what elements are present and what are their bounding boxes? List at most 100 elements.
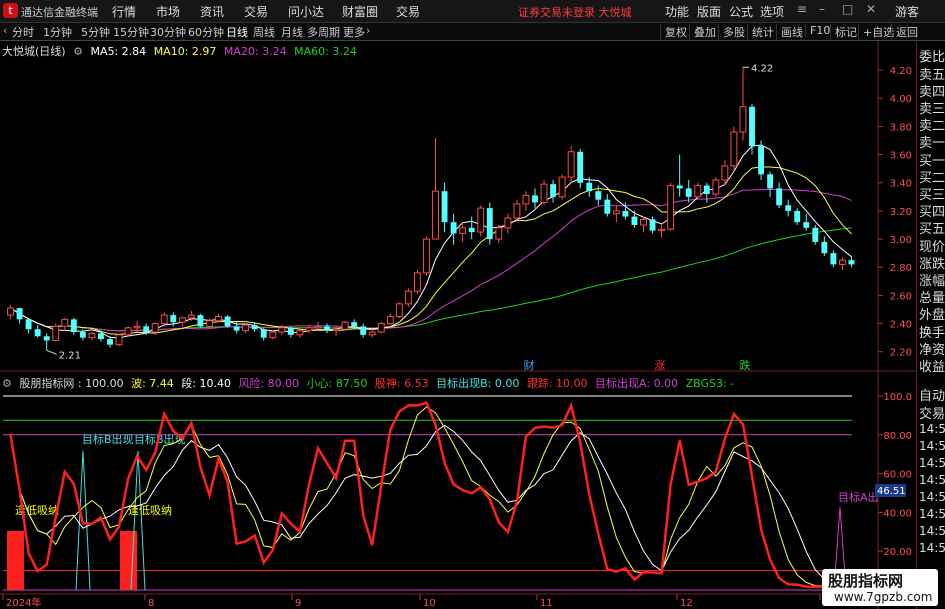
candle-body bbox=[739, 106, 747, 133]
candle-body bbox=[767, 174, 774, 189]
price-tick-label: 2.40 bbox=[890, 320, 912, 331]
candle-body bbox=[477, 207, 485, 233]
candle-body bbox=[206, 320, 213, 327]
stock-title[interactable]: 大悦城(日线) bbox=[2, 45, 66, 58]
candle-body bbox=[776, 188, 783, 206]
legend-target-b: 目标出现B: 0.00 bbox=[436, 377, 520, 390]
candle-body bbox=[7, 307, 14, 316]
candle-body bbox=[667, 185, 675, 230]
candle-body bbox=[269, 331, 277, 339]
candle-body bbox=[351, 322, 358, 327]
candle-body bbox=[324, 326, 330, 331]
candle-body bbox=[730, 131, 738, 167]
candle-body bbox=[612, 210, 620, 215]
candle-body bbox=[495, 227, 503, 240]
price-tick-label: 2.60 bbox=[890, 291, 912, 302]
candle-body bbox=[242, 324, 250, 332]
candle-body bbox=[143, 326, 150, 333]
candle-body bbox=[821, 241, 828, 254]
indicator-settings-icon[interactable]: ⚙ bbox=[2, 377, 12, 390]
candle-body bbox=[694, 185, 702, 198]
candle-body bbox=[685, 188, 692, 197]
candle-body bbox=[278, 327, 286, 333]
candle-body bbox=[305, 327, 313, 332]
legend-target-a: 目标出现A: 0.00 bbox=[595, 377, 679, 390]
candle-body bbox=[676, 185, 683, 189]
candle-body bbox=[332, 328, 340, 332]
candle-body bbox=[16, 308, 23, 320]
price-tick-label: 2.80 bbox=[890, 263, 912, 274]
high-price-label: 4.22 bbox=[751, 63, 773, 74]
candle-body bbox=[61, 318, 69, 327]
candle-body bbox=[459, 227, 467, 234]
legend-stock-god: 股神: 6.53 bbox=[374, 377, 429, 390]
candle-body bbox=[550, 184, 557, 197]
date-tick-label: 2024年 bbox=[6, 596, 41, 609]
candle-body bbox=[88, 332, 96, 339]
sidebar-item-earnings[interactable]: 收益 bbox=[919, 356, 945, 375]
candle-body bbox=[170, 315, 177, 323]
price-tick-label: 3.80 bbox=[890, 122, 912, 133]
price-tick-label: 3.60 bbox=[890, 151, 912, 162]
candle-body bbox=[115, 334, 123, 346]
indicator-tick-label: 20.00 bbox=[883, 547, 912, 558]
tick-time: 14:56 bbox=[919, 541, 945, 555]
ma5-value: MA5: 2.84 bbox=[90, 45, 147, 58]
date-tick-label: 12 bbox=[680, 598, 693, 609]
candle-body bbox=[658, 228, 666, 232]
legend-caution: 小心: 87.50 bbox=[306, 377, 368, 390]
candle-body bbox=[287, 327, 294, 335]
candle-body bbox=[432, 190, 439, 240]
quote-sidebar: 委比 卖五 卖四 卖三 卖二 卖一 买一 买二 买三 买四 买五 现价 涨跌 涨… bbox=[916, 42, 945, 609]
ma10-line bbox=[10, 166, 852, 335]
tick-time: 14:56 bbox=[919, 473, 945, 487]
candle-body bbox=[34, 329, 41, 337]
candle-body bbox=[513, 203, 521, 219]
tick-time: 14:56 bbox=[919, 507, 945, 521]
tab-auto[interactable]: 自动 bbox=[919, 385, 945, 404]
candle-body bbox=[377, 323, 385, 333]
event-marker-1: 涨 bbox=[655, 359, 666, 372]
sidebar-item-outer[interactable]: 外盘 bbox=[919, 304, 945, 323]
candle-body bbox=[532, 195, 538, 203]
event-marker-2: 跌 bbox=[740, 358, 751, 372]
candle-body bbox=[314, 325, 322, 329]
candle-body bbox=[124, 327, 132, 336]
candle-body bbox=[785, 205, 792, 211]
indicator-legend: ⚙ 股朋指标网 : 100.00 波: 7.44 段: 10.40 风险: 80… bbox=[2, 375, 738, 391]
indicator-tick-label: 80.00 bbox=[883, 431, 912, 442]
tick-time: 14:56 bbox=[919, 456, 945, 470]
candle-body bbox=[368, 331, 376, 336]
sidebar-item-sell1[interactable]: 卖一 bbox=[919, 132, 945, 151]
buy-signal-bar bbox=[120, 531, 137, 590]
tab-trade[interactable]: 交易 bbox=[919, 403, 945, 422]
buy-signal-bar bbox=[7, 531, 24, 590]
candle-body bbox=[386, 316, 394, 325]
candle-body bbox=[522, 194, 530, 205]
candle-body bbox=[43, 336, 50, 341]
candle-body bbox=[133, 325, 141, 329]
candle-body bbox=[631, 216, 638, 225]
candle-body bbox=[151, 323, 159, 333]
candle-body bbox=[838, 259, 846, 265]
candle-body bbox=[52, 325, 60, 341]
price-tick-label: 3.40 bbox=[890, 179, 912, 190]
indicator-tick-label: 100.0 bbox=[883, 392, 912, 403]
candle-body bbox=[413, 272, 421, 292]
candle-body bbox=[558, 176, 566, 198]
indicator-tick-label: 60.00 bbox=[883, 470, 912, 481]
sidebar-item-buy5[interactable]: 买五 bbox=[919, 218, 945, 237]
legend-indicator-name[interactable]: 股朋指标网 : 100.00 bbox=[19, 377, 123, 390]
candle-body bbox=[395, 303, 403, 318]
target-a-label: 目标A出 bbox=[838, 490, 879, 504]
candle-body bbox=[160, 314, 168, 325]
settings-icon[interactable]: ⚙ bbox=[73, 45, 83, 58]
candle-body bbox=[830, 253, 837, 265]
candle-body bbox=[540, 183, 548, 203]
candle-body bbox=[441, 191, 448, 223]
legend-zbgs3: ZBGS3: - bbox=[685, 377, 735, 390]
candle-body bbox=[812, 227, 819, 242]
watermark-title: 股朋指标网 bbox=[828, 572, 904, 590]
sidebar-item-weibi[interactable]: 委比 bbox=[919, 46, 945, 65]
candlestick-chart[interactable]: 4.20 4.00 3.80 3.60 3.40 3.20 3.00 2.80 2.60 2.40… bbox=[0, 0, 945, 609]
